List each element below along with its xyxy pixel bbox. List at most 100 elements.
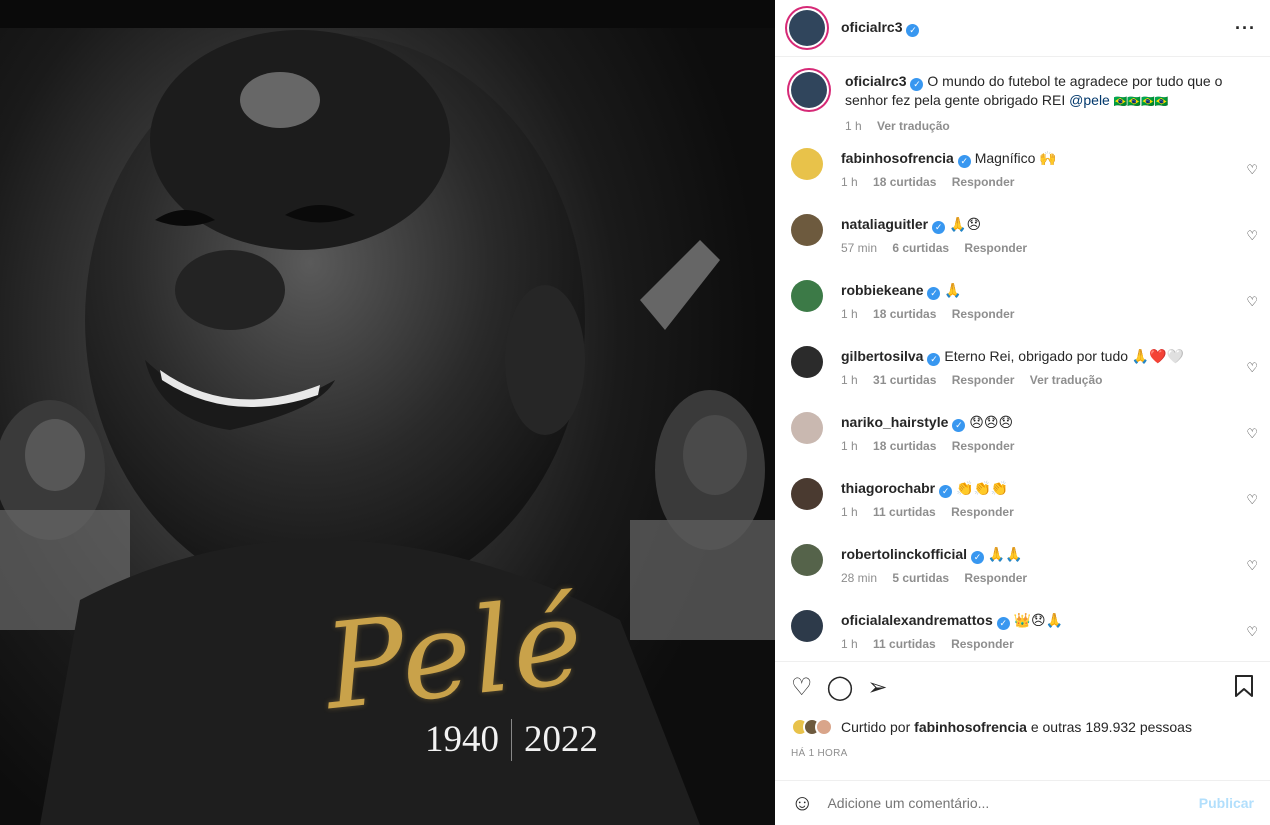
commenter-avatar[interactable] (791, 280, 823, 312)
comment-username[interactable]: robbiekeane (841, 282, 923, 298)
comment-like-heart-icon[interactable]: ♡ (1246, 624, 1258, 640)
commenter-avatar[interactable] (791, 478, 823, 510)
commenter-avatar[interactable] (791, 148, 823, 180)
comment-like-heart-icon[interactable]: ♡ (1246, 360, 1258, 376)
comment-likes[interactable]: 6 curtidas (892, 241, 949, 255)
caption-translate-link[interactable]: Ver tradução (877, 119, 950, 133)
comment-username[interactable]: fabinhosofrencia (841, 150, 954, 166)
commenter-avatar[interactable] (791, 412, 823, 444)
caption-username[interactable]: oficialrc3 (845, 73, 906, 89)
more-options-icon[interactable]: ··· (1235, 18, 1256, 39)
caption-mention[interactable]: @pele (1069, 92, 1110, 108)
comment-reply-link[interactable]: Responder (951, 637, 1014, 651)
comment-body: gilbertosilva ✓ Eterno Rei, obrigado por … (841, 346, 1184, 412)
years-label: 1940 2022 (425, 718, 598, 761)
comment-container: fabinhosofrencia ✓ Magnífico 🙌 1 h 18 cur… (775, 148, 1270, 660)
verified-badge-icon: ✓ (971, 551, 985, 564)
comment-time: 57 min (841, 241, 878, 255)
comment-username[interactable]: oficialalexandremattos (841, 612, 993, 628)
comment-likes[interactable]: 31 curtidas (873, 373, 936, 387)
comment-like-heart-icon[interactable]: ♡ (1246, 294, 1258, 310)
caption-body: oficialrc3 ✓ O mundo do futebol te agrade… (845, 72, 1245, 148)
comment-text: 🙏🙏 (987, 546, 1023, 562)
author-name-wrap: oficialrc3 ✓ (841, 19, 920, 37)
comment-body: oficialalexandremattos ✓ 👑😞🙏 1 h 11 curti… (841, 610, 1063, 660)
comment-reply-link[interactable]: Responder (951, 505, 1014, 519)
comment-username[interactable]: robertolinckofficial (841, 546, 967, 562)
comment-like-heart-icon[interactable]: ♡ (1246, 162, 1258, 178)
comment-body: nariko_hairstyle ✓ 😞😞😞 1 h 18 curtidas Re… (841, 412, 1038, 478)
comment-input[interactable] (827, 795, 1199, 811)
action-icons: ♡ ◯ ➢ (791, 674, 1254, 702)
caption-flags: 🇧🇷🇧🇷🇧🇷🇧🇷 (1113, 96, 1169, 108)
comment-reply-link[interactable]: Responder (964, 571, 1027, 585)
comment-like-heart-icon[interactable]: ♡ (1246, 228, 1258, 244)
comment-time: 1 h (841, 637, 858, 651)
comment-time: 1 h (841, 373, 858, 387)
comment-meta: 1 h 18 curtidas Responder (841, 305, 1038, 323)
year-start: 1940 (425, 719, 499, 760)
comment-likes[interactable]: 11 curtidas (873, 505, 936, 519)
comment-reply-link[interactable]: Responder (952, 373, 1015, 387)
comment-meta: 28 min 5 curtidas Responder (841, 569, 1051, 587)
commenter-avatar[interactable] (791, 544, 823, 576)
signature-text: Pelé (318, 571, 592, 737)
comment-likes[interactable]: 18 curtidas (873, 307, 936, 321)
like-heart-icon[interactable]: ♡ (791, 676, 813, 700)
comment-meta: 1 h 11 curtidas Responder (841, 635, 1063, 653)
save-bookmark-icon[interactable] (1234, 674, 1254, 702)
verified-badge-icon: ✓ (906, 24, 920, 37)
comment-body: robbiekeane ✓ 🙏 1 h 18 curtidas Responder (841, 280, 1038, 346)
comment-meta: 57 min 6 curtidas Responder (841, 239, 1051, 257)
comment-reply-link[interactable]: Responder (952, 307, 1015, 321)
comment-time: 1 h (841, 439, 858, 453)
comment-username[interactable]: nataliaguitler (841, 216, 928, 232)
verified-badge-icon: ✓ (910, 78, 924, 91)
liked-by-user[interactable]: fabinhosofrencia (914, 719, 1027, 735)
verified-badge-icon: ✓ (927, 287, 941, 300)
comment-likes[interactable]: 18 curtidas (873, 439, 936, 453)
comment-meta: 1 h 18 curtidas Responder (841, 437, 1038, 455)
comments-list[interactable]: oficialrc3 ✓ O mundo do futebol te agrade… (775, 58, 1270, 660)
comment-meta: 1 h 31 curtidas Responder Ver tradução (841, 371, 1184, 389)
comment-row: nariko_hairstyle ✓ 😞😞😞 1 h 18 curtidas Re… (775, 412, 1270, 478)
liked-by-suffix[interactable]: e outras 189.932 pessoas (1031, 719, 1192, 735)
commenter-avatar[interactable] (791, 610, 823, 642)
likes-summary: Curtido por fabinhosofrencia e outras 18… (791, 718, 1254, 736)
comment-like-heart-icon[interactable]: ♡ (1246, 558, 1258, 574)
post-actions: ♡ ◯ ➢ Curtido por fabinhosofrencia e out… (775, 661, 1270, 759)
comment-text: Eterno Rei, obrigado por tudo 🙏❤️🤍 (944, 348, 1185, 364)
caption-avatar[interactable] (791, 72, 827, 108)
commenter-avatar[interactable] (791, 214, 823, 246)
share-paper-plane-icon[interactable]: ➢ (867, 676, 887, 700)
comment-text: 👑😞🙏 (1013, 612, 1064, 628)
comment-row: fabinhosofrencia ✓ Magnífico 🙌 1 h 18 cur… (775, 148, 1270, 214)
comment-username[interactable]: gilbertosilva (841, 348, 923, 364)
author-avatar[interactable] (789, 10, 825, 46)
comment-like-heart-icon[interactable]: ♡ (1246, 426, 1258, 442)
caption-meta: 1 h Ver tradução (845, 117, 1245, 136)
comment-reply-link[interactable]: Responder (952, 175, 1015, 189)
post-image[interactable]: Pelé 1940 2022 (0, 0, 775, 825)
comment-translate-link[interactable]: Ver tradução (1030, 373, 1103, 387)
author-username[interactable]: oficialrc3 (841, 19, 902, 35)
comment-like-heart-icon[interactable]: ♡ (1246, 492, 1258, 508)
liker-avatar (815, 718, 833, 736)
comment-username[interactable]: thiagorochabr (841, 480, 935, 496)
comment-text: 😞😞😞 (969, 414, 1014, 430)
comment-reply-link[interactable]: Responder (964, 241, 1027, 255)
comment-text: 🙏 (944, 282, 962, 298)
comment-likes[interactable]: 5 curtidas (892, 571, 949, 585)
comment-body: thiagorochabr ✓ 👏👏👏 1 h 11 curtidas Respo… (841, 478, 1038, 544)
emoji-smiley-icon[interactable]: ☺ (791, 790, 813, 816)
verified-badge-icon: ✓ (996, 617, 1010, 630)
comment-text: 🙏😞 (949, 216, 982, 232)
comment-username[interactable]: nariko_hairstyle (841, 414, 948, 430)
commenter-avatar[interactable] (791, 346, 823, 378)
comment-likes[interactable]: 11 curtidas (873, 637, 936, 651)
comment-reply-link[interactable]: Responder (952, 439, 1015, 453)
publish-button[interactable]: Publicar (1199, 795, 1254, 811)
comment-bubble-icon[interactable]: ◯ (827, 676, 854, 700)
comment-likes[interactable]: 18 curtidas (873, 175, 936, 189)
comment-body: nataliaguitler ✓ 🙏😞 57 min 6 curtidas Res… (841, 214, 1051, 280)
